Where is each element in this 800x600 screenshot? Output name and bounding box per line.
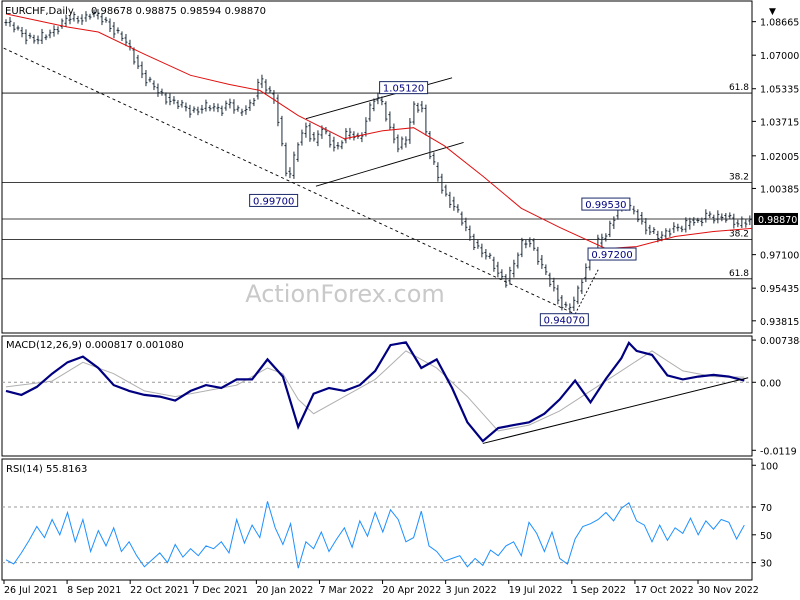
price-label: 0.99530	[585, 200, 626, 211]
level-label: 61.8	[729, 83, 749, 93]
level-label: 38.2	[729, 173, 749, 183]
rsi-label: RSI(14) 55.8163	[6, 464, 87, 475]
price-label: 1.05120	[383, 84, 424, 95]
rsi-tick-label: 30	[760, 559, 772, 570]
macd-tick-label: 0.007384	[760, 336, 800, 347]
dropdown-arrow-icon[interactable]: ▼	[769, 7, 776, 17]
price-label: 0.99700	[253, 196, 294, 207]
price-tick-label: 1.07000	[760, 51, 799, 62]
price-label: 0.97200	[591, 250, 632, 261]
date-tick-label: 3 Jun 2022	[446, 585, 497, 596]
date-tick-label: 22 Oct 2021	[130, 585, 189, 596]
date-tick-label: 19 Jul 2022	[509, 585, 563, 596]
price-tick-label: 1.05335	[760, 85, 799, 96]
level-label: 38.2	[729, 230, 749, 240]
forex-chart: ActionForex.com 61.8 38.2 38.2 61.8 1.05120…	[0, 0, 800, 600]
current-price-label: 0.98870	[758, 215, 797, 226]
date-tick-label: 30 Nov 2022	[698, 585, 759, 596]
instrument-label: EURCHF,Daily	[5, 6, 74, 17]
level-label: 61.8	[729, 269, 749, 279]
price-tick-label: 1.03715	[760, 117, 799, 128]
date-tick-label: 26 Jul 2021	[4, 585, 58, 596]
macd-tick-label: -0.0119	[760, 446, 797, 457]
ohlc-label: 0.98678 0.98875 0.98594 0.98870	[91, 6, 266, 17]
date-tick-label: 20 Jan 2022	[256, 585, 313, 596]
date-tick-label: 20 Apr 2022	[383, 585, 442, 596]
price-tick-label: 1.08665	[760, 18, 799, 29]
date-tick-label: 17 Oct 2022	[635, 585, 694, 596]
price-tick-label: 0.97100	[760, 251, 799, 262]
price-tick-label: 1.00385	[760, 184, 799, 195]
macd-tick-label: 0.00	[760, 378, 781, 389]
watermark-text: ActionForex.com	[245, 280, 445, 308]
price-label: 0.94070	[544, 316, 585, 327]
date-tick-label: 1 Sep 2022	[572, 585, 626, 596]
macd-label: MACD(12,26,9) 0.000817 0.001080	[6, 340, 184, 351]
price-tick-label: 0.93815	[760, 317, 799, 328]
date-tick-label: 8 Sep 2021	[67, 585, 121, 596]
price-tick-label: 0.95435	[760, 284, 799, 295]
price-tick-label: 1.02005	[760, 152, 799, 163]
rsi-tick-label: 100	[760, 461, 778, 472]
date-tick-label: 7 Dec 2021	[193, 585, 248, 596]
date-tick-label: 7 Mar 2022	[319, 585, 373, 596]
rsi-tick-label: 50	[760, 531, 772, 542]
rsi-tick-label: 70	[760, 503, 772, 514]
